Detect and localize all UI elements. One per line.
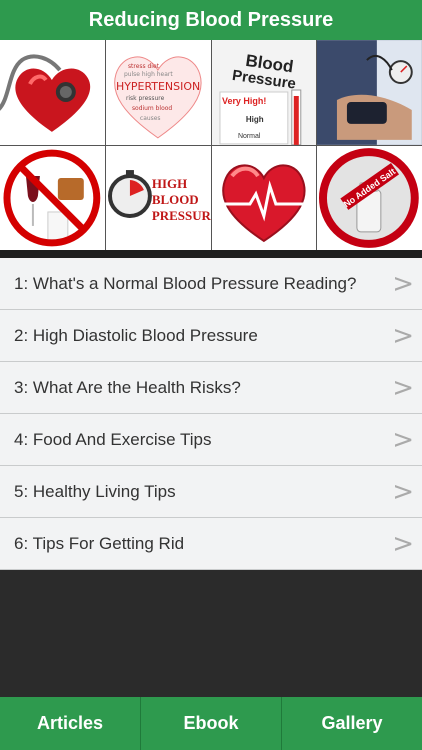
bottom-tab-bar: Articles Ebook Gallery (0, 697, 422, 750)
chevron-right-icon: > (392, 424, 414, 455)
separator (0, 250, 422, 258)
list-item-article-3[interactable]: 3: What Are the Health Risks? > (0, 362, 422, 414)
list-item-label: 1: What's a Normal Blood Pressure Readin… (14, 273, 357, 293)
blood-pressure-cuff-icon (317, 40, 422, 145)
svg-text:risk pressure: risk pressure (126, 95, 165, 102)
list-item-label: 4: Food And Exercise Tips (14, 429, 212, 449)
list-item-article-5[interactable]: 5: Healthy Living Tips > (0, 466, 422, 518)
high-label: High (245, 115, 263, 124)
tab-gallery[interactable]: Gallery (282, 697, 422, 750)
heart-stethoscope-icon (0, 54, 91, 132)
gallery-tile-bp-cuff[interactable] (317, 40, 422, 145)
list-item-label: 5: Healthy Living Tips (14, 481, 176, 501)
gallery-tile-no-alcohol[interactable] (0, 146, 105, 251)
list-item-label: 3: What Are the Health Risks? (14, 377, 241, 397)
gallery-tile-no-salt[interactable]: No Added Salt (317, 146, 422, 251)
chevron-right-icon: > (392, 528, 414, 559)
app-title: Reducing Blood Pressure (0, 0, 422, 40)
no-alcohol-icon (3, 149, 101, 247)
list-item-article-2[interactable]: 2: High Diastolic Blood Pressure > (0, 310, 422, 362)
high-word: HIGH (152, 176, 187, 191)
gallery-tile-hypertension[interactable]: stress diet pulse high heart HYPERTENSIO… (105, 40, 211, 145)
tab-articles[interactable]: Articles (0, 697, 141, 750)
svg-text:pulse high heart: pulse high heart (124, 71, 173, 78)
heart-ecg-icon (221, 164, 306, 243)
no-added-salt-icon: No Added Salt (319, 148, 420, 248)
chevron-right-icon: > (392, 320, 414, 351)
chevron-right-icon: > (392, 268, 414, 299)
hypertension-heart-wordcloud-icon: stress diet pulse high heart HYPERTENSIO… (114, 56, 202, 139)
blood-pressure-thermometer-icon: Blood Pressure Very High! High Normal (211, 40, 317, 145)
normal-label: Normal (237, 133, 260, 140)
image-gallery: stress diet pulse high heart HYPERTENSIO… (0, 40, 422, 251)
stopwatch-high-bp-icon: HIGH BLOOD PRESSUR (107, 170, 211, 223)
svg-text:sodium blood: sodium blood (132, 105, 172, 112)
list-item-article-4[interactable]: 4: Food And Exercise Tips > (0, 414, 422, 466)
list-item-label: 2: High Diastolic Blood Pressure (14, 325, 258, 345)
gallery-tile-heart-stethoscope[interactable] (0, 40, 105, 145)
chevron-right-icon: > (392, 372, 414, 403)
gallery-tile-heart-ecg[interactable] (211, 146, 317, 251)
article-list: 1: What's a Normal Blood Pressure Readin… (0, 258, 422, 570)
very-high-label: Very High! (221, 96, 265, 106)
blood-word: BLOOD (152, 192, 199, 207)
hypertension-word: HYPERTENSION (116, 80, 200, 93)
tab-ebook[interactable]: Ebook (141, 697, 282, 750)
svg-text:stress diet: stress diet (128, 63, 160, 70)
svg-text:causes: causes (140, 115, 161, 122)
chevron-right-icon: > (392, 476, 414, 507)
gallery-tile-bp-thermometer[interactable]: Blood Pressure Very High! High Normal (211, 40, 317, 145)
list-item-label: 6: Tips For Getting Rid (14, 533, 185, 553)
list-item-article-1[interactable]: 1: What's a Normal Blood Pressure Readin… (0, 258, 422, 310)
pressure-word: PRESSUR (152, 208, 211, 223)
gallery-tile-high-bp[interactable]: HIGH BLOOD PRESSUR (105, 146, 211, 251)
list-item-article-6[interactable]: 6: Tips For Getting Rid > (0, 518, 422, 570)
